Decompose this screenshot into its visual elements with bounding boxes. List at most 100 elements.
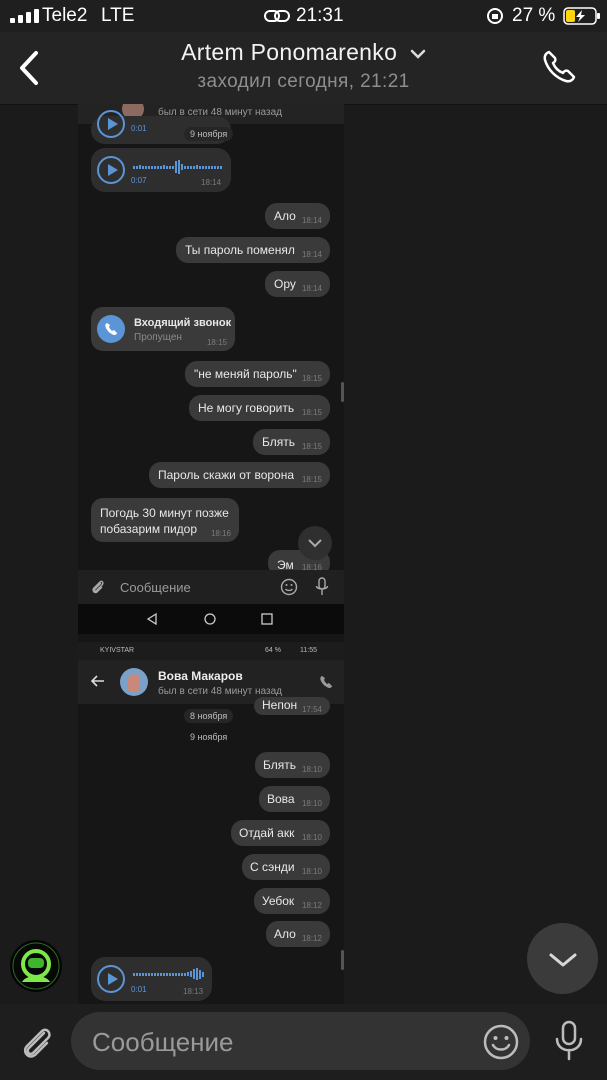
- android-clock: 11:55: [300, 647, 317, 654]
- message-time: 18:10: [301, 765, 322, 774]
- message-time: 17:54: [301, 705, 322, 714]
- back-triangle-icon: [146, 613, 157, 625]
- inner-scrollbar: [341, 382, 344, 402]
- message-time: 18:12: [301, 934, 322, 943]
- microphone-icon[interactable]: [552, 1019, 586, 1063]
- call-title: Входящий звонок: [134, 317, 232, 329]
- date-chip: 9 ноября: [184, 127, 234, 141]
- status-bar: Tele2 LTE 21:31 27 %: [0, 0, 607, 32]
- message-bubble[interactable]: Блять 18:10: [255, 752, 330, 778]
- message-bubble[interactable]: Не могу говорить 18:15: [189, 395, 330, 421]
- message-bubble[interactable]: Ты пароль поменял 18:14: [176, 237, 330, 263]
- chat-header: Artem Ponomarenko заходил сегодня, 21:21: [0, 32, 607, 105]
- message-bubble[interactable]: Уебок 18:12: [254, 888, 330, 914]
- recents-square-icon: [261, 613, 273, 625]
- message-time: 18:10: [301, 867, 322, 876]
- inner-scrollbar: [341, 950, 344, 970]
- voice-duration: 0:01: [131, 985, 147, 994]
- screenshot-image[interactable]: был в сети 48 минут назад 0:01 9 ноября …: [78, 104, 344, 1004]
- message-time: 18:15: [301, 408, 322, 417]
- scroll-down-button[interactable]: [527, 923, 598, 994]
- voice-duration: 0:07: [131, 176, 147, 185]
- call-status: Пропущен: [134, 332, 182, 343]
- message-time: 18:10: [301, 833, 322, 842]
- message-time: 18:12: [301, 901, 322, 910]
- message-time: 18:13: [183, 987, 204, 996]
- chevron-down-icon: [410, 49, 426, 59]
- battery-charging-icon: [563, 7, 600, 25]
- android-battery: 64 %: [265, 647, 281, 654]
- message-text: Ало: [274, 209, 296, 223]
- smiley-icon: [280, 578, 298, 596]
- arrow-left-icon: [91, 675, 104, 687]
- message-time: 18:15: [301, 374, 322, 383]
- inner-composer: Сообщение: [78, 570, 344, 604]
- message-bubble[interactable]: Ору 18:14: [265, 271, 330, 297]
- play-icon[interactable]: [97, 110, 125, 138]
- message-bubble[interactable]: Ало 18:14: [265, 203, 330, 229]
- voice-duration: 0:01: [131, 124, 147, 133]
- message-text: С сэнди: [250, 860, 295, 874]
- message-bubble[interactable]: Отдай акк 18:10: [231, 820, 330, 846]
- paperclip-icon: [92, 580, 104, 594]
- message-bubble[interactable]: "не меняй пароль" 18:15: [185, 361, 330, 387]
- paperclip-icon[interactable]: [18, 1024, 56, 1062]
- signal-icon: [10, 9, 39, 23]
- message-text: Ору: [274, 277, 296, 291]
- phone-icon[interactable]: [540, 48, 578, 86]
- link-icon: [264, 10, 290, 22]
- contact-name[interactable]: Artem Ponomarenko: [0, 39, 607, 66]
- phone-icon: [320, 676, 332, 688]
- message-time: 18:15: [206, 338, 227, 347]
- message-text: Погодь 30 минут позже: [100, 506, 229, 520]
- message-bubble[interactable]: Непон 17:54: [254, 697, 330, 715]
- chevron-down-icon: [549, 953, 577, 967]
- inner-last-seen: был в сети 48 минут назад: [158, 686, 282, 697]
- date-chip: 8 ноября: [184, 709, 234, 723]
- message-time: 18:10: [301, 799, 322, 808]
- play-icon[interactable]: [97, 965, 125, 993]
- message-bubble[interactable]: Блять 18:15: [253, 429, 330, 455]
- network-type: LTE: [101, 5, 135, 26]
- scroll-down-button[interactable]: [298, 526, 332, 560]
- last-seen: заходил сегодня, 21:21: [197, 71, 410, 92]
- composer-placeholder: Сообщение: [120, 580, 191, 595]
- voice-message[interactable]: 0:01 18:13: [91, 957, 212, 1001]
- call-bubble[interactable]: Входящий звонок Пропущен 18:15: [91, 307, 235, 351]
- message-input-placeholder: Сообщение: [92, 1027, 234, 1057]
- waveform: [133, 160, 222, 174]
- date-chip: 9 ноября: [190, 732, 228, 742]
- astronaut-avatar-icon: [12, 942, 60, 990]
- message-bubble[interactable]: Ало 18:12: [266, 921, 330, 947]
- rotation-lock-icon: [487, 8, 503, 24]
- waveform: [133, 967, 204, 981]
- message-text: Непон: [262, 698, 298, 712]
- play-icon[interactable]: [97, 156, 125, 184]
- message-time: 18:15: [301, 442, 322, 451]
- message-text: Ало: [274, 927, 296, 941]
- inner-contact-name: Вова Макаров: [158, 669, 243, 683]
- message-text: Не могу говорить: [198, 401, 295, 415]
- voice-message[interactable]: 0:07 18:14: [91, 148, 231, 192]
- message-time: 18:15: [301, 475, 322, 484]
- message-time: 18:14: [201, 178, 222, 187]
- message-bubble[interactable]: Вова 18:10: [259, 786, 330, 812]
- message-bubble[interactable]: Пароль скажи от ворона 18:15: [149, 462, 330, 488]
- message-text: Вова: [267, 792, 295, 806]
- home-circle-icon: [204, 613, 216, 625]
- sender-avatar[interactable]: [10, 940, 62, 992]
- microphone-icon: [315, 577, 329, 595]
- chevron-down-icon: [308, 539, 322, 548]
- phone-icon: [97, 315, 125, 343]
- message-text: Блять: [262, 435, 295, 449]
- message-time: 18:14: [301, 216, 322, 225]
- message-time: 18:14: [301, 250, 322, 259]
- message-text: побазарим пидор: [100, 522, 197, 536]
- message-bubble[interactable]: С сэнди 18:10: [242, 854, 330, 880]
- smiley-icon[interactable]: [482, 1023, 520, 1061]
- message-bubble[interactable]: Погодь 30 минут позже побазарим пидор 18…: [91, 498, 239, 542]
- clock: 21:31: [296, 5, 344, 26]
- message-text: Отдай акк: [239, 826, 295, 840]
- message-text: Ты пароль поменял: [185, 243, 295, 257]
- message-text: "не меняй пароль": [194, 367, 297, 381]
